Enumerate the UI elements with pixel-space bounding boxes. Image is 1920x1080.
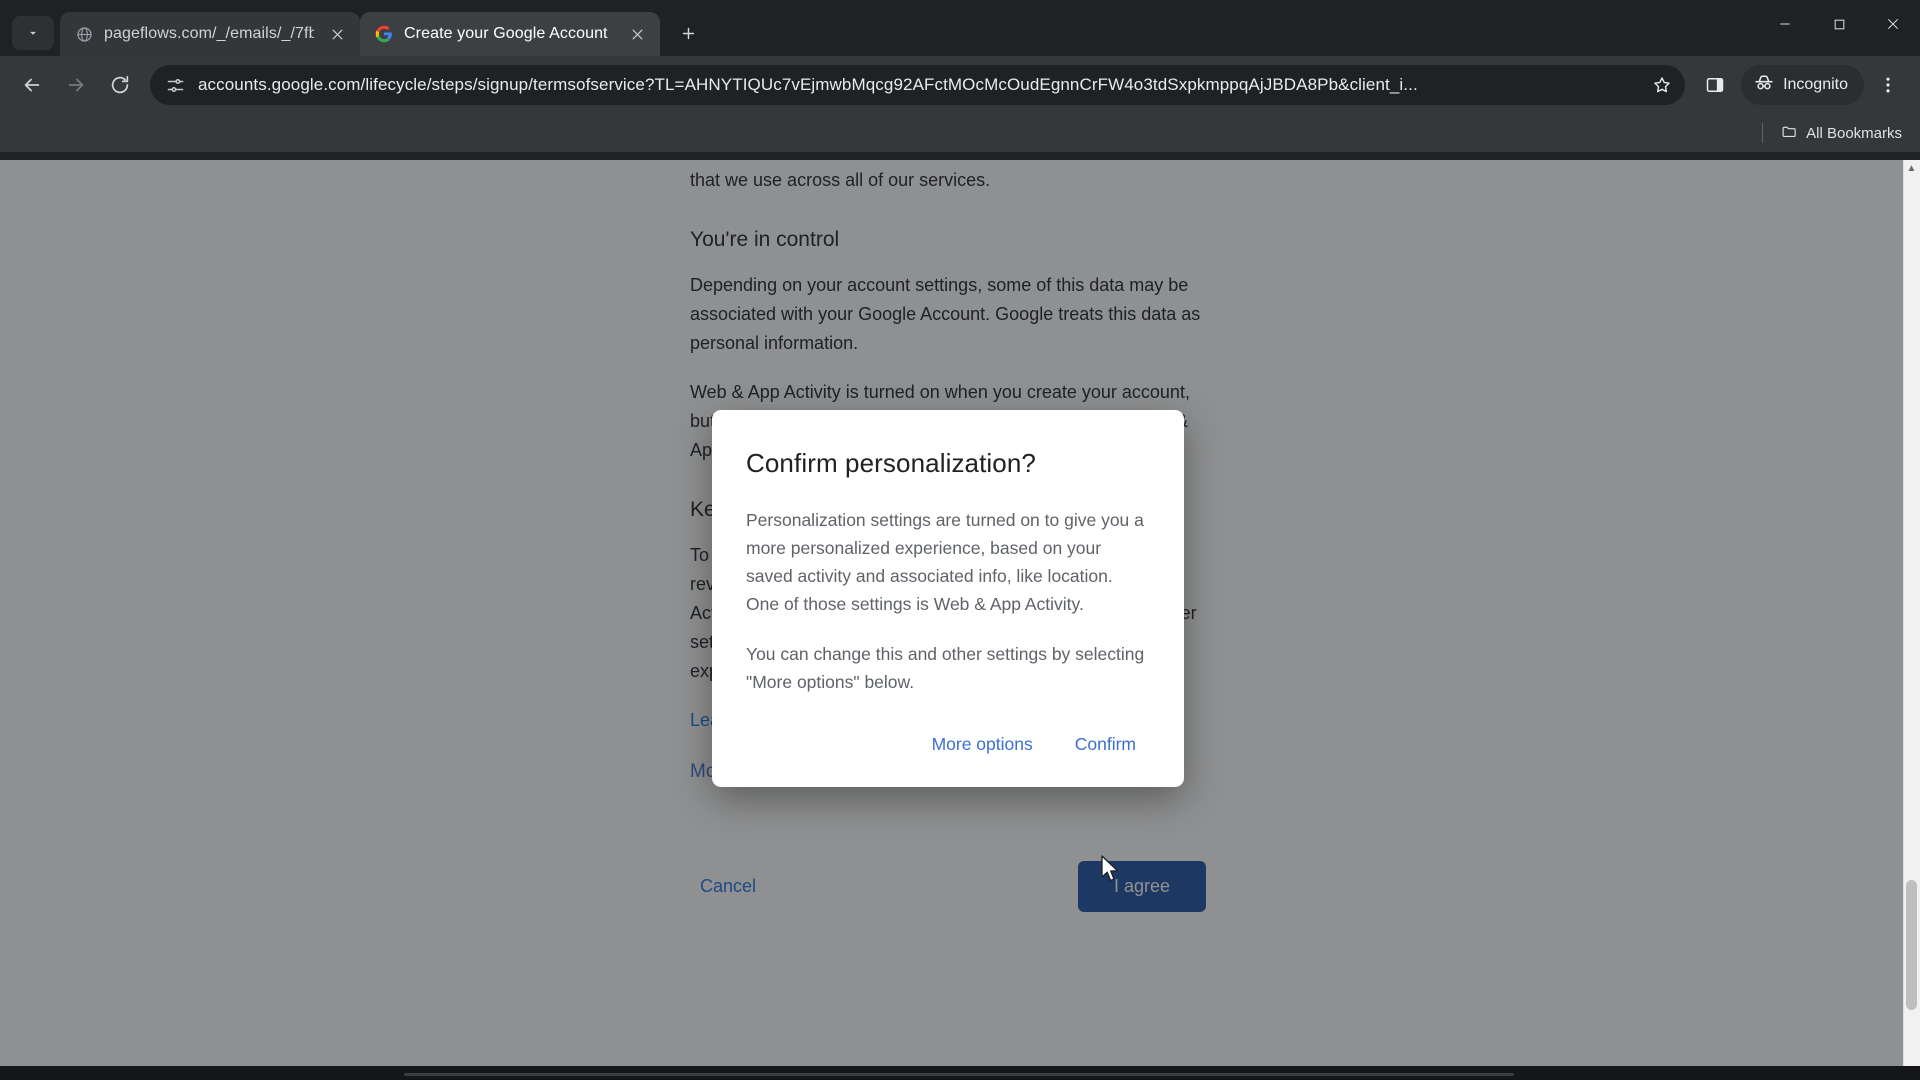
google-g-icon	[374, 24, 394, 44]
url-text: accounts.google.com/lifecycle/steps/sign…	[198, 75, 1418, 94]
reload-icon	[111, 75, 129, 94]
forward-button[interactable]	[56, 65, 96, 105]
all-bookmarks-button[interactable]: All Bookmarks	[1781, 123, 1902, 144]
chevron-down-icon	[30, 31, 36, 35]
star-icon[interactable]	[1645, 68, 1679, 102]
close-window-button[interactable]	[1866, 0, 1920, 48]
dialog-body-paragraph-2: You can change this and other settings b…	[746, 644, 1145, 692]
window-controls	[1758, 0, 1920, 48]
minimize-button[interactable]	[1758, 0, 1812, 48]
browser-toolbar: accounts.google.com/lifecycle/steps/sign…	[0, 56, 1920, 114]
back-button[interactable]	[12, 65, 52, 105]
maximize-button[interactable]	[1812, 0, 1866, 48]
dialog-title: Confirm personalization?	[746, 448, 1036, 478]
tab-create-google-account[interactable]: Create your Google Account	[360, 12, 660, 56]
forward-arrow-icon	[68, 78, 84, 92]
bookmarks-bar: All Bookmarks	[0, 114, 1920, 152]
close-icon[interactable]	[324, 21, 350, 47]
reload-button[interactable]	[100, 65, 140, 105]
tab-strip: pageflows.com/_/emails/_/7fb5 Create you…	[0, 0, 1920, 56]
browser-window: pageflows.com/_/emails/_/7fb5 Create you…	[0, 0, 1920, 1080]
dialog-body-paragraph-1: Personalization settings are turned on t…	[746, 510, 1144, 614]
close-icon[interactable]	[624, 21, 650, 47]
address-bar[interactable]: accounts.google.com/lifecycle/steps/sign…	[150, 65, 1686, 105]
divider	[1762, 123, 1764, 143]
globe-icon	[74, 24, 94, 44]
incognito-label: Incognito	[1783, 76, 1848, 93]
incognito-hat-icon	[1753, 72, 1775, 99]
folder-icon	[1781, 123, 1798, 144]
incognito-indicator[interactable]: Incognito	[1741, 65, 1864, 105]
tab-title: pageflows.com/_/emails/_/7fb5	[104, 25, 314, 42]
mouse-cursor	[1100, 855, 1122, 885]
back-arrow-icon	[24, 78, 40, 92]
tune-icon[interactable]	[164, 74, 186, 96]
dialog-confirm-button[interactable]: Confirm	[1061, 724, 1150, 765]
plus-icon	[682, 27, 694, 39]
tab-title: Create your Google Account	[404, 25, 608, 42]
tab-pageflows[interactable]: pageflows.com/_/emails/_/7fb5	[60, 12, 360, 56]
side-panel-icon[interactable]	[1695, 65, 1735, 105]
three-dot-menu-icon[interactable]	[1868, 65, 1908, 105]
tab-search-button[interactable]	[12, 16, 54, 50]
new-tab-button[interactable]	[670, 15, 706, 51]
confirm-personalization-dialog: Confirm personalization? Personalization…	[712, 410, 1184, 787]
all-bookmarks-label: All Bookmarks	[1806, 124, 1902, 142]
scrollbar-thumb[interactable]	[1906, 880, 1917, 1010]
dialog-more-options-button[interactable]: More options	[918, 724, 1047, 765]
taskbar-indicator	[404, 1073, 1514, 1076]
dialog-actions: More options Confirm	[746, 724, 1150, 765]
page-scrollbar[interactable]: ▲ ▼	[1903, 160, 1920, 1080]
scroll-up-arrow[interactable]: ▲	[1905, 162, 1918, 175]
